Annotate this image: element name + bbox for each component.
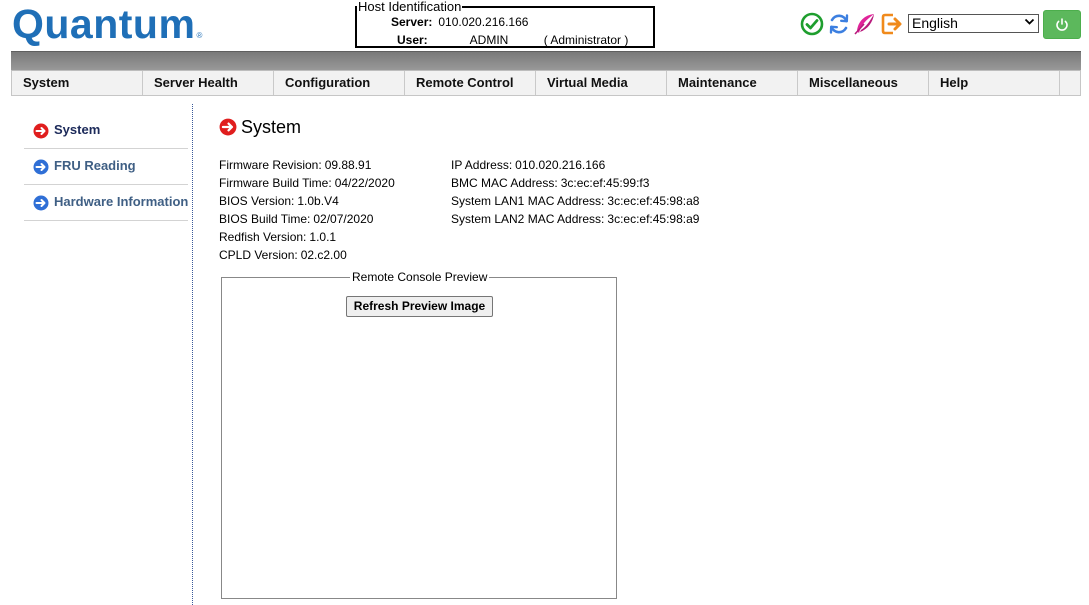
page-title-text: System — [241, 117, 302, 137]
network-info: IP Address: 010.020.216.166 BMC MAC Addre… — [451, 156, 699, 228]
arrow-right-circle-icon — [219, 118, 237, 136]
info-value: 04/22/2020 — [334, 176, 395, 190]
menu-maintenance[interactable]: Maintenance — [667, 71, 798, 95]
sidebar-item-label: System — [54, 122, 101, 137]
menu-virtual-media[interactable]: Virtual Media — [536, 71, 667, 95]
user-label: User: — [397, 33, 428, 47]
menu-help[interactable]: Help — [929, 71, 1060, 95]
server-value: 010.020.216.166 — [438, 15, 529, 29]
info-row: Redfish Version: 1.0.1 — [219, 228, 395, 246]
menu-configuration[interactable]: Configuration — [274, 71, 405, 95]
info-row: BMC MAC Address: 3c:ec:ef:45:99:f3 — [451, 174, 699, 192]
refresh-preview-button[interactable]: Refresh Preview Image — [346, 296, 493, 317]
chevron-down-icon — [1024, 16, 1035, 33]
user-role: ( Administrator ) — [543, 33, 629, 47]
check-circle-icon[interactable] — [800, 12, 824, 36]
sidebar: System FRU Reading Hardware Information — [24, 113, 188, 221]
menu-system[interactable]: System — [12, 71, 143, 95]
host-identification-box: Host Identification Server: 010.020.216.… — [355, 0, 655, 48]
info-label: Firmware Build Time: — [219, 176, 332, 190]
info-row: CPLD Version: 02.c2.00 — [219, 246, 395, 264]
sidebar-item-label: Hardware Information — [54, 194, 189, 209]
arrow-right-circle-icon — [33, 195, 49, 211]
sidebar-item-system[interactable]: System — [24, 113, 188, 149]
info-value: 3c:ec:ef:45:98:a8 — [607, 194, 700, 208]
info-label: BMC MAC Address: — [451, 176, 558, 190]
power-icon — [1056, 18, 1068, 31]
info-label: Redfish Version: — [219, 230, 307, 244]
info-row: BIOS Build Time: 02/07/2020 — [219, 210, 395, 228]
info-label: BIOS Build Time: — [219, 212, 311, 226]
info-row: System LAN2 MAC Address: 3c:ec:ef:45:98:a… — [451, 210, 699, 228]
server-row: Server: 010.020.216.166 — [391, 15, 528, 29]
info-value: 1.0.1 — [309, 230, 337, 244]
feather-icon[interactable] — [853, 12, 877, 36]
info-row: BIOS Version: 1.0b.V4 — [219, 192, 395, 210]
language-selected: English — [912, 15, 958, 31]
sidebar-divider — [192, 104, 193, 605]
user-value: ADMIN — [469, 33, 509, 47]
sidebar-item-fru-reading[interactable]: FRU Reading — [24, 149, 188, 185]
info-value: 1.0b.V4 — [297, 194, 339, 208]
main-menu: System Server Health Configuration Remot… — [11, 70, 1081, 96]
arrow-right-circle-icon — [33, 123, 49, 139]
menu-server-health[interactable]: Server Health — [143, 71, 274, 95]
host-identification-legend: Host Identification — [357, 0, 463, 14]
logout-icon[interactable] — [880, 12, 904, 36]
header-band — [11, 51, 1081, 71]
info-value: 3c:ec:ef:45:98:a9 — [607, 212, 700, 226]
info-label: CPLD Version: — [219, 248, 298, 262]
info-row: Firmware Build Time: 04/22/2020 — [219, 174, 395, 192]
info-row: IP Address: 010.020.216.166 — [451, 156, 699, 174]
info-value: 3c:ec:ef:45:99:f3 — [560, 176, 650, 190]
remote-console-preview: Remote Console Preview Refresh Preview I… — [221, 270, 617, 599]
info-row: System LAN1 MAC Address: 3c:ec:ef:45:98:a… — [451, 192, 699, 210]
info-label: System LAN2 MAC Address: — [451, 212, 605, 226]
firmware-info: Firmware Revision: 09.88.91 Firmware Buil… — [219, 156, 395, 264]
language-select[interactable]: English — [908, 14, 1039, 33]
info-value: 010.020.216.166 — [515, 158, 606, 172]
menu-miscellaneous[interactable]: Miscellaneous — [798, 71, 929, 95]
info-label: System LAN1 MAC Address: — [451, 194, 605, 208]
sidebar-item-hardware-information[interactable]: Hardware Information — [24, 185, 188, 221]
server-label: Server: — [391, 15, 433, 29]
arrow-right-circle-icon — [33, 159, 49, 175]
menu-remote-control[interactable]: Remote Control — [405, 71, 536, 95]
info-value: 02.c2.00 — [300, 248, 347, 262]
info-label: IP Address: — [451, 158, 513, 172]
info-value: 02/07/2020 — [313, 212, 374, 226]
quantum-logo: Quantum® — [12, 1, 203, 47]
info-label: BIOS Version: — [219, 194, 295, 208]
user-row: User: ADMIN ( Administrator ) — [397, 33, 628, 47]
info-label: Firmware Revision: — [219, 158, 322, 172]
refresh-icon[interactable] — [827, 12, 851, 36]
info-value: 09.88.91 — [324, 158, 372, 172]
info-row: Firmware Revision: 09.88.91 — [219, 156, 395, 174]
power-button[interactable] — [1043, 10, 1081, 39]
sidebar-item-label: FRU Reading — [54, 158, 136, 173]
remote-console-legend: Remote Console Preview — [350, 270, 490, 284]
